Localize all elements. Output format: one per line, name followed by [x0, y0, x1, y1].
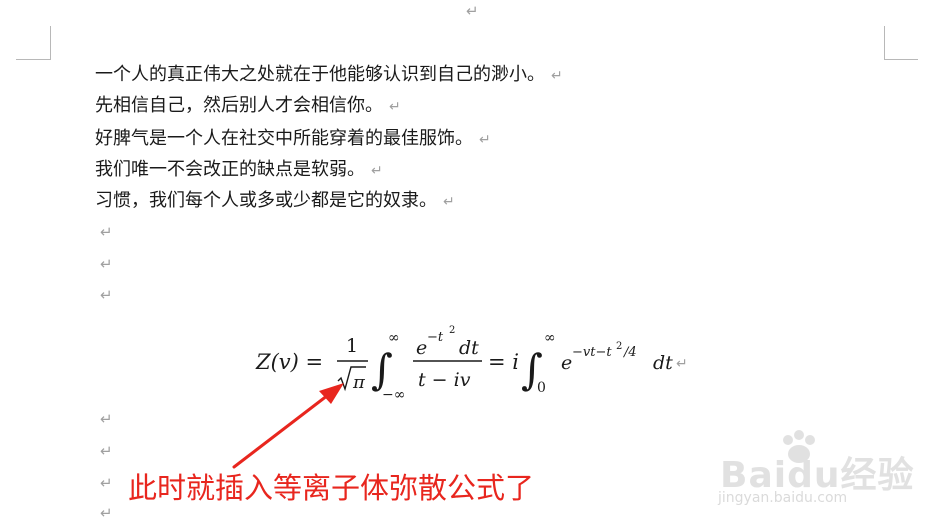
formula-sqrt-arg: π [352, 372, 366, 393]
formula-exp-power-sq: 2 [449, 325, 455, 336]
watermark-sub: jingyan.baidu.com [718, 490, 848, 506]
formula-dt: dt [459, 337, 479, 359]
annotation-caption: 此时就插入等离子体弥散公式了 [128, 471, 535, 505]
formula-end-mark: ↵ [676, 356, 688, 372]
formula-int2-upper: ∞ [544, 330, 556, 346]
formula-lhs: Z(v) = [255, 350, 323, 374]
formula-exp2-div: /4 [622, 345, 637, 360]
formula-int-lower: −∞ [382, 387, 405, 403]
formula-exp2-base: e [561, 352, 572, 374]
formula-denominator: t − iv [418, 369, 471, 391]
formula-int2-lower: 0 [537, 380, 546, 396]
formula-int-upper: ∞ [388, 330, 400, 346]
formula-exp2-power-sq: 2 [616, 341, 622, 352]
formula-exp-power: −t [427, 330, 444, 345]
formula-dt2: dt [653, 352, 673, 374]
annotation-arrow [232, 390, 334, 469]
baidu-jingyan-watermark: Baidu经验 jingyan.baidu.com [706, 426, 913, 526]
formula-exp-base: e [416, 337, 427, 359]
formula-exp2-power: −vt−t [572, 345, 612, 360]
formula-frac-numerator: 1 [346, 335, 358, 357]
formula-eq-i: = i [488, 350, 519, 374]
